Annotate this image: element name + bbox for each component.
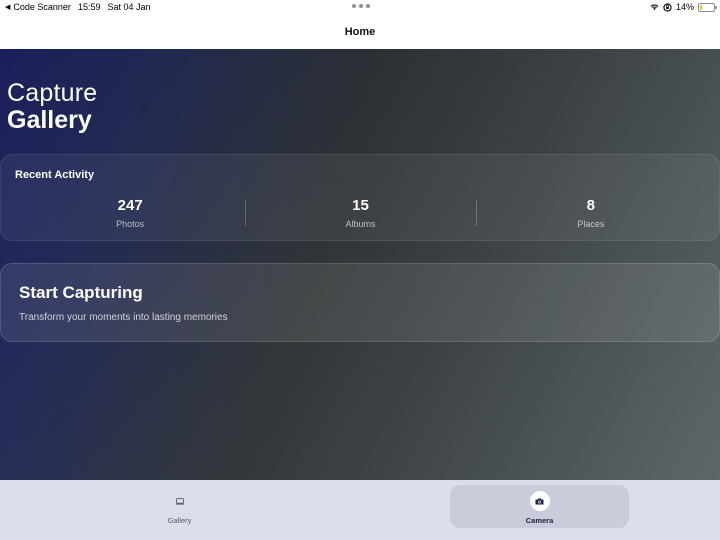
- battery-percent: 14%: [675, 2, 694, 12]
- tab-gallery[interactable]: Gallery: [90, 485, 269, 528]
- camera-icon-wrap: [529, 491, 550, 511]
- hero-title: Capture Gallery: [7, 79, 98, 134]
- camera-icon: [535, 498, 544, 504]
- status-right: 14%: [650, 2, 717, 12]
- tab-label: Gallery: [167, 516, 192, 525]
- tab-camera[interactable]: Camera: [450, 485, 629, 528]
- stat-label: Albums: [345, 219, 376, 229]
- recent-activity-title: Recent Activity: [15, 169, 95, 181]
- back-app-name[interactable]: Code Scanner: [13, 2, 71, 12]
- start-capturing-title: Start Capturing: [19, 283, 143, 302]
- gallery-icon-wrap: [170, 491, 190, 511]
- battery-icon: [698, 2, 717, 12]
- orientation-lock-icon: [663, 2, 672, 12]
- battery-fill: [700, 4, 702, 10]
- stat-photos: 247 Photos: [15, 197, 245, 233]
- stat-label: Places: [577, 219, 605, 229]
- stat-label: Photos: [116, 219, 145, 229]
- hero-title-line1: Capture: [7, 79, 98, 107]
- stat-value: 247: [117, 197, 143, 214]
- hero-title-line2: Gallery: [7, 106, 92, 134]
- tab-bar: Gallery Camera: [0, 480, 720, 540]
- status-left: ◀ Code Scanner 15:59 Sat 04 Jan: [5, 2, 151, 12]
- back-arrow-icon[interactable]: ◀: [5, 3, 10, 11]
- stat-places: 8 Places: [475, 197, 706, 233]
- stat-value: 8: [586, 197, 595, 214]
- wifi-icon: [650, 4, 659, 11]
- gallery-icon: [175, 497, 184, 505]
- activity-stats: 247 Photos 15 Albums 8 Places: [15, 197, 706, 233]
- status-bar: ◀ Code Scanner 15:59 Sat 04 Jan 14%: [0, 0, 720, 14]
- start-capturing-card[interactable]: Start Capturing Transform your moments i…: [0, 263, 720, 342]
- stat-albums: 15 Albums: [245, 197, 475, 233]
- home-content[interactable]: Capture Gallery Recent Activity 247 Phot…: [0, 49, 720, 480]
- start-capturing-subtitle: Transform your moments into lasting memo…: [19, 312, 228, 323]
- multitasking-dots-icon[interactable]: [352, 4, 370, 8]
- status-time: 15:59: [77, 2, 101, 12]
- status-date: Sat 04 Jan: [107, 2, 151, 12]
- recent-activity-card: Recent Activity 247 Photos 15 Albums 8 P…: [0, 154, 720, 241]
- tab-label: Camera: [525, 516, 554, 525]
- page-title: Home: [344, 25, 376, 38]
- stat-value: 15: [352, 197, 369, 214]
- navigation-bar: Home: [0, 14, 720, 49]
